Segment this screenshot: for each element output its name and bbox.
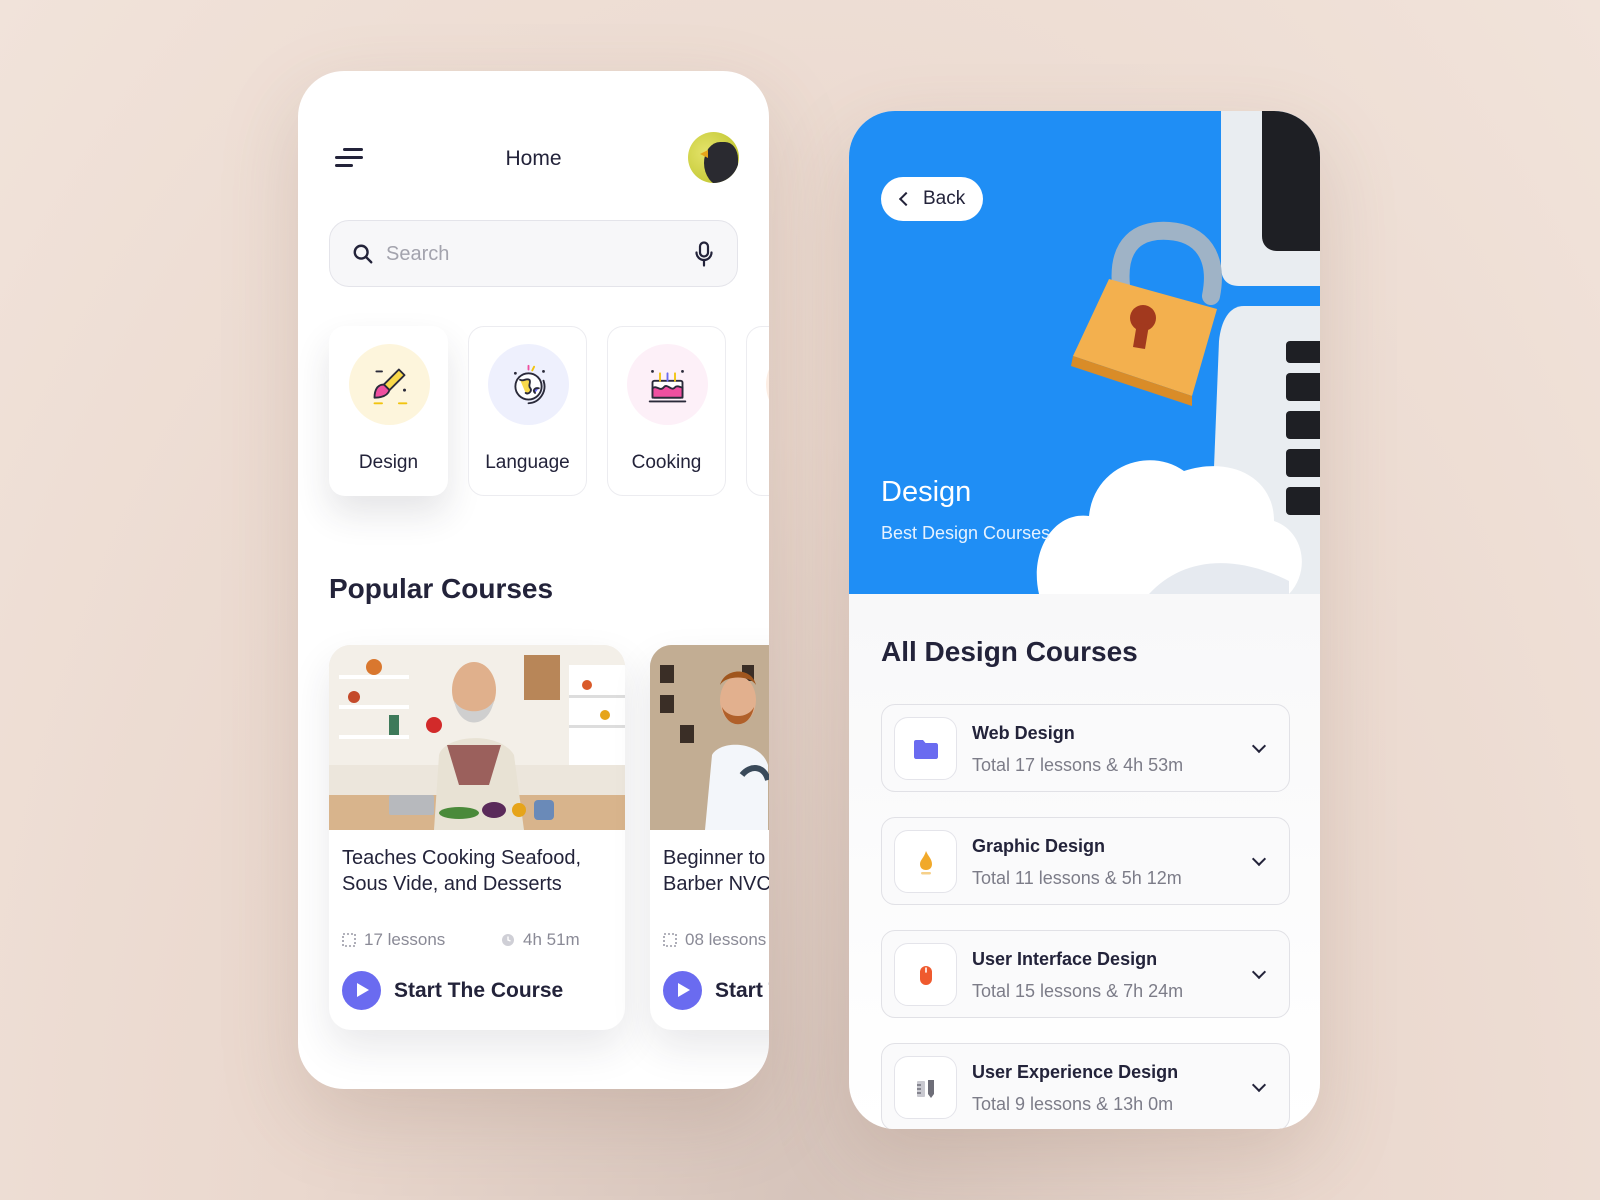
hero-title: Design	[881, 476, 972, 508]
start-course-button[interactable]: Start The Course	[342, 971, 563, 1010]
course-duration: 4h 51m	[501, 930, 580, 950]
home-screen: Home Design	[298, 71, 769, 1089]
globe-icon	[513, 364, 546, 405]
lessons-text: 17 lessons	[364, 930, 446, 949]
play-icon	[663, 971, 702, 1010]
hero-subtitle: Best Design Courses	[881, 523, 1051, 543]
category-list: Design Language Cooking	[329, 326, 769, 496]
lessons-count: 17 lessons	[342, 930, 445, 950]
course-icon-box	[894, 717, 957, 780]
folder-icon	[914, 740, 938, 759]
course-name: Graphic Design	[972, 836, 1106, 856]
course-name: User Interface Design	[972, 949, 1158, 969]
course-summary: Total 9 lessons & 13h 0m	[972, 1094, 1174, 1114]
course-summary: Total 11 lessons & 5h 12m	[972, 868, 1182, 888]
course-icon-box	[894, 830, 957, 893]
section-title: All Design Courses	[881, 636, 1138, 667]
category-label: Design	[358, 452, 419, 473]
chevron-down-icon	[1251, 851, 1267, 867]
category-label: Language	[485, 452, 570, 473]
start-course-label: Start The Course	[394, 978, 564, 1002]
play-icon	[342, 971, 381, 1010]
hero-banner: Back Design Best Design Courses	[849, 111, 1320, 594]
course-summary: Total 15 lessons & 7h 24m	[972, 981, 1184, 1001]
lessons-icon	[342, 933, 356, 947]
chevron-down-icon	[1251, 738, 1267, 754]
avatar[interactable]	[688, 132, 739, 183]
category-design[interactable]: Design	[329, 326, 448, 496]
lessons-icon	[663, 933, 677, 947]
brush-icon	[373, 368, 408, 405]
course-accordion-ux-design[interactable]: User Experience Design Total 9 lessons &…	[881, 1043, 1290, 1129]
duration-text: 4h 51m	[523, 930, 580, 949]
course-image	[329, 645, 625, 830]
course-icon-box	[894, 943, 957, 1006]
lessons-text: 08 lessons	[685, 930, 767, 949]
search-icon	[353, 244, 373, 264]
microphone-icon[interactable]	[694, 241, 714, 267]
course-title: Teaches Cooking Seafood, Sous Vide, and …	[342, 847, 582, 895]
course-title: Beginner to Barber NVC	[663, 847, 769, 895]
lessons-count: 08 lessons	[663, 930, 766, 950]
course-card[interactable]: Teaches Cooking Seafood, Sous Vide, and …	[329, 645, 625, 1030]
category-cooking[interactable]: Cooking	[607, 326, 726, 496]
cake-icon	[648, 369, 687, 403]
section-title: Popular Courses	[329, 573, 554, 604]
course-image	[650, 645, 769, 830]
chevron-down-icon	[1251, 1077, 1267, 1093]
design-courses-screen: Back Design Best Design Courses All Desi…	[849, 111, 1320, 1129]
category-more[interactable]	[746, 326, 769, 496]
tools-icon	[917, 1080, 934, 1098]
search-input[interactable]	[386, 237, 676, 271]
chevron-left-icon	[898, 191, 914, 207]
mouse-icon	[920, 966, 932, 985]
course-icon-box	[894, 1056, 957, 1119]
search-bar	[329, 220, 738, 287]
course-accordion-ui-design[interactable]: User Interface Design Total 15 lessons &…	[881, 930, 1290, 1018]
category-label: Cooking	[631, 452, 702, 473]
course-accordion-web-design[interactable]: Web Design Total 17 lessons & 4h 53m	[881, 704, 1290, 792]
course-accordion-graphic-design[interactable]: Graphic Design Total 11 lessons & 5h 12m	[881, 817, 1290, 905]
back-button[interactable]: Back	[881, 177, 983, 221]
flame-icon	[920, 851, 932, 875]
start-course-label: Start The Course	[715, 978, 769, 1002]
course-name: Web Design	[972, 723, 1075, 743]
category-language[interactable]: Language	[468, 326, 587, 496]
back-label: Back	[923, 188, 966, 209]
clock-icon	[502, 934, 514, 946]
course-card[interactable]: Beginner to Barber NVC 08 lessons Start …	[650, 645, 769, 1030]
course-name: User Experience Design	[972, 1062, 1179, 1082]
chevron-down-icon	[1251, 964, 1267, 980]
start-course-button[interactable]: Start The Course	[663, 971, 769, 1010]
course-summary: Total 17 lessons & 4h 53m	[972, 755, 1184, 775]
